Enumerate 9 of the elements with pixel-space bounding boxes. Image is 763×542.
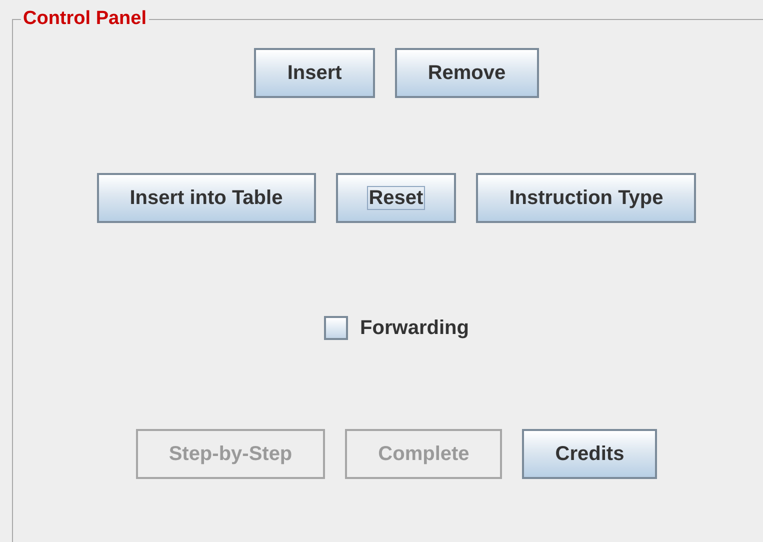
push-button[interactable]: Insert into Table — [96, 173, 316, 223]
push-button[interactable]: Credits — [522, 429, 658, 479]
forwarding-label: Forwarding — [360, 316, 469, 340]
forwarding-checkbox[interactable] — [324, 316, 348, 340]
push-button[interactable]: Instruction Type — [476, 173, 696, 223]
push-button[interactable]: Insert — [254, 48, 375, 98]
push-button[interactable]: Remove — [394, 48, 539, 98]
panel-title: Control Panel — [22, 8, 148, 30]
push-button[interactable]: Reset — [336, 173, 456, 223]
